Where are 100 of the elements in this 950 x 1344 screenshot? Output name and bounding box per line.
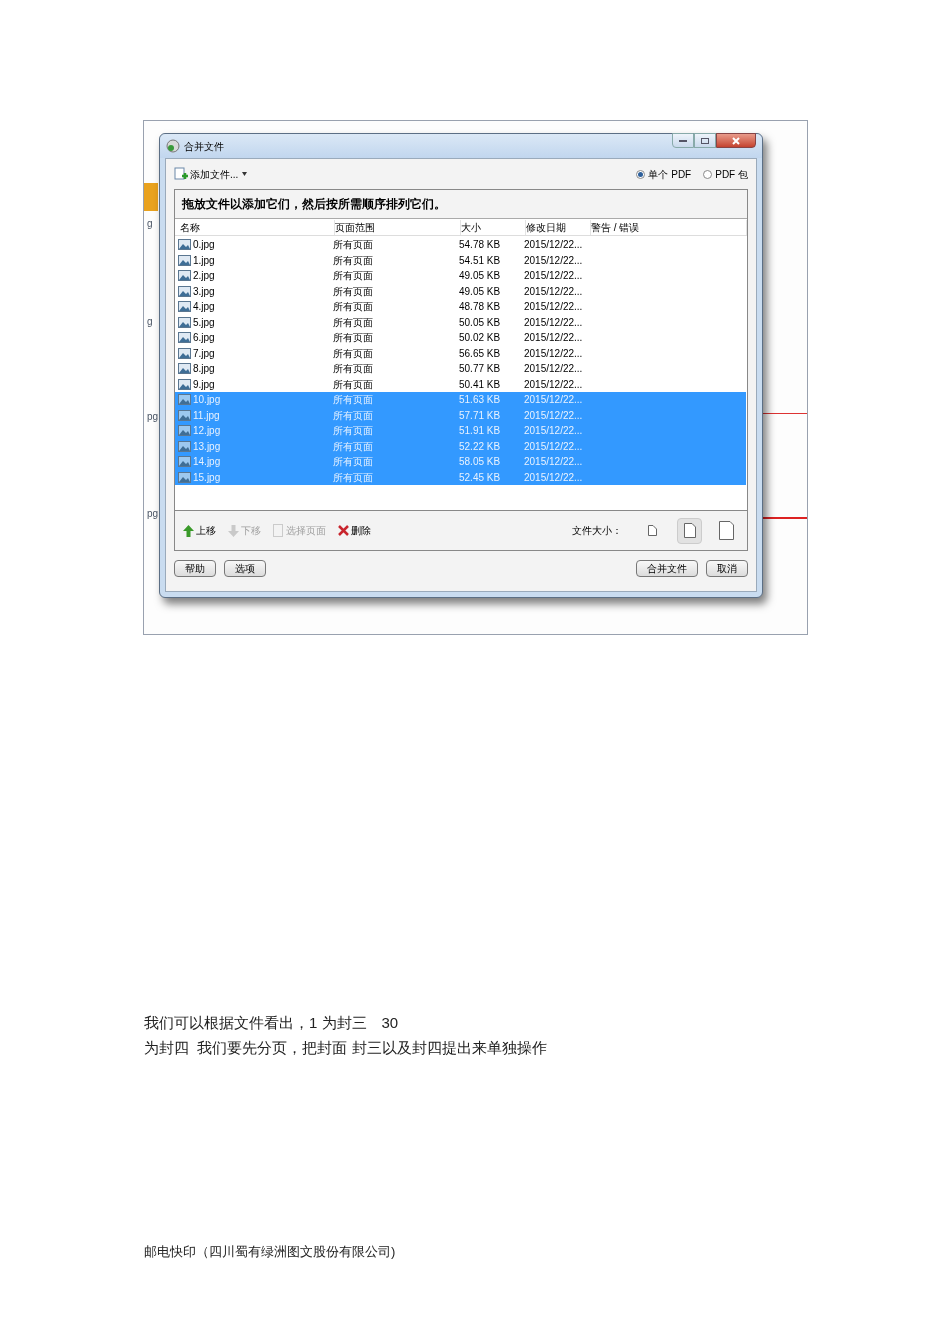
file-name: 7.jpg — [193, 346, 215, 361]
image-file-icon — [178, 347, 191, 359]
image-file-icon — [178, 471, 191, 483]
page-icon — [648, 525, 657, 536]
column-header[interactable]: 页面范围 — [335, 219, 461, 235]
close-button[interactable] — [716, 133, 756, 148]
table-cell: 2015/12/22... — [524, 239, 583, 251]
table-cell: 48.78 KB — [459, 301, 501, 313]
file-name: 11.jpg — [193, 408, 220, 423]
column-header[interactable]: 修改日期 — [526, 219, 591, 235]
table-cell: 52.45 KB — [459, 471, 501, 483]
file-row[interactable]: 0.jpg 所有页面 54.78 KB 2015/12/22... — [175, 237, 746, 253]
down-arrow-icon — [228, 524, 239, 537]
maximize-button[interactable] — [694, 133, 716, 148]
file-row[interactable]: 2.jpg 所有页面 49.05 KB 2015/12/22... — [175, 268, 746, 284]
table-cell: 50.02 KB — [459, 332, 501, 344]
image-file-icon — [178, 409, 191, 421]
table-cell: 所有页面 — [333, 332, 373, 344]
app-icon — [166, 139, 180, 153]
file-name: 8.jpg — [193, 362, 215, 377]
file-row[interactable]: 9.jpg 所有页面 50.41 KB 2015/12/22... — [175, 376, 746, 392]
table-cell: 2015/12/22... — [524, 332, 583, 344]
add-files-button[interactable]: 添加文件... — [174, 166, 248, 182]
radio-option[interactable]: PDF 包 — [703, 166, 748, 182]
paragraph-line: 我们可以根据文件看出，1 为封三 30 — [144, 1013, 400, 1033]
file-name: 14.jpg — [193, 455, 221, 470]
image-file-icon — [178, 270, 191, 282]
table-cell: 2015/12/22... — [524, 270, 583, 282]
page-icon — [719, 521, 734, 540]
table-cell: 所有页面 — [333, 270, 373, 282]
file-row[interactable]: 6.jpg 所有页面 50.02 KB 2015/12/22... — [175, 330, 746, 346]
table-cell: 2015/12/22... — [524, 425, 583, 437]
dialog-button[interactable]: 取消 — [706, 559, 748, 577]
caret-icon — [242, 172, 248, 176]
image-file-icon — [178, 332, 191, 344]
table-cell: 2015/12/22... — [524, 301, 583, 313]
file-name: 10.jpg — [193, 393, 221, 408]
table-cell: 所有页面 — [333, 254, 373, 266]
dialog-button[interactable]: 帮助 — [174, 559, 216, 577]
delete-button[interactable]: 删除 — [338, 523, 371, 538]
text-fragment: g — [147, 217, 153, 231]
table-cell: 2015/12/22... — [524, 394, 583, 406]
file-name: 9.jpg — [193, 377, 215, 392]
file-size-label: 文件大小： — [572, 524, 622, 538]
table-cell: 58.05 KB — [459, 456, 501, 468]
table-cell: 2015/12/22... — [524, 316, 583, 328]
file-row[interactable]: 5.jpg 所有页面 50.05 KB 2015/12/22... — [175, 314, 746, 330]
table-cell: 50.41 KB — [459, 378, 501, 390]
paragraph-line: 为封四 我们要先分页，把封面 封三以及封四提出来单独操作 — [144, 1038, 548, 1058]
table-cell: 56.65 KB — [459, 347, 501, 359]
minimize-button[interactable] — [672, 133, 694, 148]
image-file-icon — [178, 440, 191, 452]
table-cell: 所有页面 — [333, 394, 373, 406]
column-header[interactable]: 名称 — [180, 219, 335, 235]
radio-button[interactable] — [636, 169, 646, 179]
file-name: 5.jpg — [193, 315, 215, 330]
table-cell: 2015/12/22... — [524, 409, 583, 421]
up-button[interactable]: 上移 — [183, 523, 216, 538]
table-cell: 2015/12/22... — [524, 471, 583, 483]
table-cell: 57.71 KB — [459, 409, 501, 421]
table-cell: 所有页面 — [333, 285, 373, 297]
table-cell: 49.05 KB — [459, 285, 501, 297]
image-file-icon — [178, 363, 191, 375]
table-cell: 所有页面 — [333, 378, 373, 390]
file-row[interactable]: 7.jpg 所有页面 56.65 KB 2015/12/22... — [175, 345, 746, 361]
table-cell: 2015/12/22... — [524, 456, 583, 468]
column-header[interactable]: 大小 — [461, 219, 526, 235]
file-row[interactable]: 1.jpg 所有页面 54.51 KB 2015/12/22... — [175, 252, 746, 268]
file-row[interactable]: 4.jpg 所有页面 48.78 KB 2015/12/22... — [175, 299, 746, 315]
image-file-icon — [178, 378, 191, 390]
text-fragment: g — [147, 315, 153, 329]
file-name: 0.jpg — [193, 238, 215, 253]
dialog-button[interactable]: 选项 — [224, 559, 266, 577]
table-cell: 所有页面 — [333, 239, 373, 251]
table-cell: 2015/12/22... — [524, 285, 583, 297]
table-cell: 所有页面 — [333, 440, 373, 452]
table-cell: 所有页面 — [333, 316, 373, 328]
column-header[interactable]: 警告 / 错误 — [591, 219, 747, 235]
image-file-icon — [178, 301, 191, 313]
table-cell: 2015/12/22... — [524, 363, 583, 375]
table-cell: 50.77 KB — [459, 363, 501, 375]
close-icon — [732, 136, 740, 145]
page-icon — [273, 524, 284, 537]
file-row[interactable]: 3.jpg 所有页面 49.05 KB 2015/12/22... — [175, 283, 746, 299]
table-cell: 所有页面 — [333, 471, 373, 483]
dialog-button[interactable]: 合并文件 — [636, 559, 698, 577]
file-row[interactable]: 8.jpg 所有页面 50.77 KB 2015/12/22... — [175, 361, 746, 377]
radio-button[interactable] — [703, 169, 713, 179]
image-file-icon — [178, 394, 191, 406]
footer-text: 邮电快印（四川蜀有绿洲图文股份有限公司) — [144, 1243, 397, 1261]
table-cell: 52.22 KB — [459, 440, 501, 452]
file-name: 12.jpg — [193, 424, 221, 439]
table-cell: 49.05 KB — [459, 270, 501, 282]
table-cell: 2015/12/22... — [524, 254, 583, 266]
table-cell: 所有页面 — [333, 409, 373, 421]
text-fragment: pg — [147, 507, 159, 521]
radio-option[interactable]: 单个 PDF — [636, 166, 692, 182]
table-cell: 54.78 KB — [459, 239, 501, 251]
file-size-button[interactable] — [677, 517, 702, 544]
image-file-icon — [178, 285, 191, 297]
